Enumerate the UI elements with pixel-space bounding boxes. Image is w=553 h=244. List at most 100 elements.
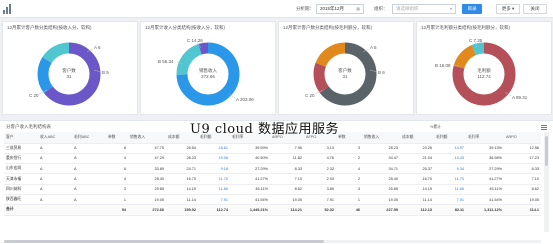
table-cell: 三成贸易: [4, 143, 38, 154]
chevron-down-icon: ▾: [449, 6, 452, 11]
menu-icon[interactable]: [541, 125, 547, 130]
table-cell: [38, 204, 72, 216]
segment-label-b: B 6: [378, 70, 385, 75]
table-cell: 54: [106, 204, 128, 216]
table-row[interactable]: 山东宏润 A A 6 33.89 24.71 9.18 27.29% 8.33 2.32 4 34.7…: [4, 163, 541, 175]
table-cell: 25.85: [362, 184, 400, 195]
table-cell: 1,449.21%: [230, 204, 270, 216]
table-cell: 2.93: [304, 173, 336, 185]
table-cell: 19.05: [504, 194, 541, 206]
query-button[interactable]: 目录: [462, 4, 482, 14]
table-cell: 7.10: [270, 173, 304, 185]
table-cell: 25.85: [128, 184, 166, 195]
donut-center: 客户数 31: [325, 68, 365, 80]
org-placeholder: 请选择组织: [396, 6, 419, 11]
column-header[interactable]: 单数: [336, 132, 362, 144]
table-cell: 3: [336, 184, 362, 195]
scroll-thumb[interactable]: [4, 240, 324, 243]
table-cell: 2: [336, 153, 362, 165]
column-header[interactable]: ARPO: [504, 132, 541, 144]
table-cell: 19.05: [270, 194, 304, 206]
table-cell: 159.92: [166, 204, 198, 216]
table-cell: 82.11: [434, 204, 466, 216]
table-cell: 46: [336, 204, 362, 216]
table-cell: 7.91: [198, 194, 230, 206]
table-cell: 9.34: [434, 163, 466, 175]
donut-panel-customers-by-revenue: 12月累计客户数分类结构(按收入分，软和) 客户数 31 A 6 B 5 C 2…: [2, 21, 138, 115]
horizontal-scrollbar[interactable]: [4, 240, 541, 243]
table-cell: 11.14: [400, 194, 434, 206]
table-cell: 41.54%: [230, 194, 270, 206]
close-button[interactable]: 关闭: [523, 4, 547, 14]
segment-label-a: A 203.06: [236, 97, 254, 102]
table-row[interactable]: 陕西鑫旺 A A 1 19.05 11.14 7.91 41.54% 19.05 7.91 1 19.…: [4, 194, 541, 206]
table-cell: 11.66: [198, 184, 230, 195]
table-row[interactable]: 三成贸易 A A 6 47.75 28.54 18.61 39.59% 7.96 3.13 3 28.…: [4, 143, 541, 154]
column-header[interactable]: 销售收入: [128, 132, 166, 144]
table-cell: 16.70: [166, 173, 198, 185]
table-cell: 7.10: [504, 173, 541, 185]
table-cell: 47.29: [128, 153, 166, 165]
table-cell: 2.32: [304, 163, 336, 175]
table-row[interactable]: 重庆恒行 A A 4 47.29 28.23 19.06 40.50% 11.82 4.76 2 34…: [4, 153, 541, 165]
donut-center: 销售收入 272.66: [188, 68, 228, 80]
column-header[interactable]: 客户: [4, 132, 38, 144]
table-cell: 13.43: [434, 153, 466, 165]
table-row[interactable]: 四川纳科 A A 3 25.85 14.19 11.66 45.11% 8.62 3.89 3 25.…: [4, 184, 541, 195]
table-cell: 34.47: [362, 153, 400, 165]
table-cell: 6: [106, 143, 128, 154]
table-cell: A: [38, 163, 72, 175]
table-cell: 合计: [4, 204, 38, 216]
table-cell: 112.13: [400, 204, 434, 216]
table-cell: 16.70: [400, 173, 434, 185]
column-header[interactable]: 毛利额: [434, 132, 466, 144]
column-header[interactable]: 毛利ABC: [72, 132, 106, 144]
table-cell: 3.13: [304, 143, 336, 154]
table-cell: 山东宏润: [4, 163, 38, 175]
segment-label-b: B 5: [102, 70, 109, 75]
table-cell: 25.37: [400, 163, 434, 175]
column-header[interactable]: 单数: [106, 132, 128, 144]
donut-center-value: 272.66: [201, 74, 215, 79]
segment-label-a: A 5: [370, 45, 377, 50]
column-header[interactable]: 销售收入: [362, 132, 400, 144]
filter-bar: 分析期： 2015年12月 ▦ 组织： 请选择组织 ▾ 目录 更多 ▾ 关闭: [0, 0, 553, 18]
table-cell: 11.66: [434, 184, 466, 195]
donut-panel-revenue-by-revenue: 12月累计收入分类结构(按收入分，软和) 销售收入 272.66 C 14.26…: [140, 21, 276, 115]
table-cell: A: [72, 143, 106, 154]
column-header[interactable]: 收入ABC: [38, 132, 72, 144]
table-cell: 3: [336, 143, 362, 154]
table-cell: 38.98%: [466, 153, 504, 165]
table-cell: A: [38, 194, 72, 206]
segment-label-a: A 6: [94, 45, 101, 50]
table-cell: 27.29%: [230, 163, 270, 175]
period-value: 2015年12月: [320, 6, 345, 11]
app-logo-icon: [3, 4, 13, 14]
vertical-scrollbar[interactable]: [544, 132, 549, 232]
segment-label-c: C 20: [305, 93, 315, 98]
segment-label-b: B 16.08: [435, 63, 451, 68]
more-button[interactable]: 更多 ▾: [496, 4, 520, 14]
table-total-row[interactable]: 合计 54 272.66 159.92 112.74 1,449.21% 114.21 52.…: [4, 204, 541, 216]
org-select[interactable]: 请选择组织 ▾: [392, 4, 456, 14]
table-cell: 天津永福: [4, 173, 38, 185]
period-select[interactable]: 2015年12月 ▦: [316, 4, 364, 14]
calendar-icon: ▦: [356, 6, 360, 11]
column-header[interactable]: 毛利率: [466, 132, 504, 144]
segment-label-c: C 7.35: [469, 38, 483, 43]
column-header[interactable]: 成本额: [400, 132, 434, 144]
table-cell: 47.75: [128, 143, 166, 154]
table-row[interactable]: 天津永福 A A 4 28.40 16.70 11.70 41.27% 7.10 2.93 2 28.…: [4, 173, 541, 185]
segment-label-c: C 14.26: [187, 38, 203, 43]
donut-panel-customers-by-margin: 12月累计客户数分类结构(按毛利额分，软和) 客户数 31 A 5 B 6 C …: [278, 21, 414, 115]
table-cell: 8.62: [504, 184, 541, 195]
table-cell: 8.62: [270, 184, 304, 195]
segment-label-b: B 55.34: [158, 59, 174, 64]
scroll-thumb[interactable]: [545, 136, 548, 166]
table-cell: 14.19: [166, 184, 198, 195]
table-cell: 17.23: [504, 153, 541, 165]
table-cell: 9.18: [198, 163, 230, 175]
table-cell: 四川纳科: [4, 184, 38, 195]
table-cell: 19.06: [198, 153, 230, 165]
group-header-cumulative: %累计: [430, 125, 441, 129]
